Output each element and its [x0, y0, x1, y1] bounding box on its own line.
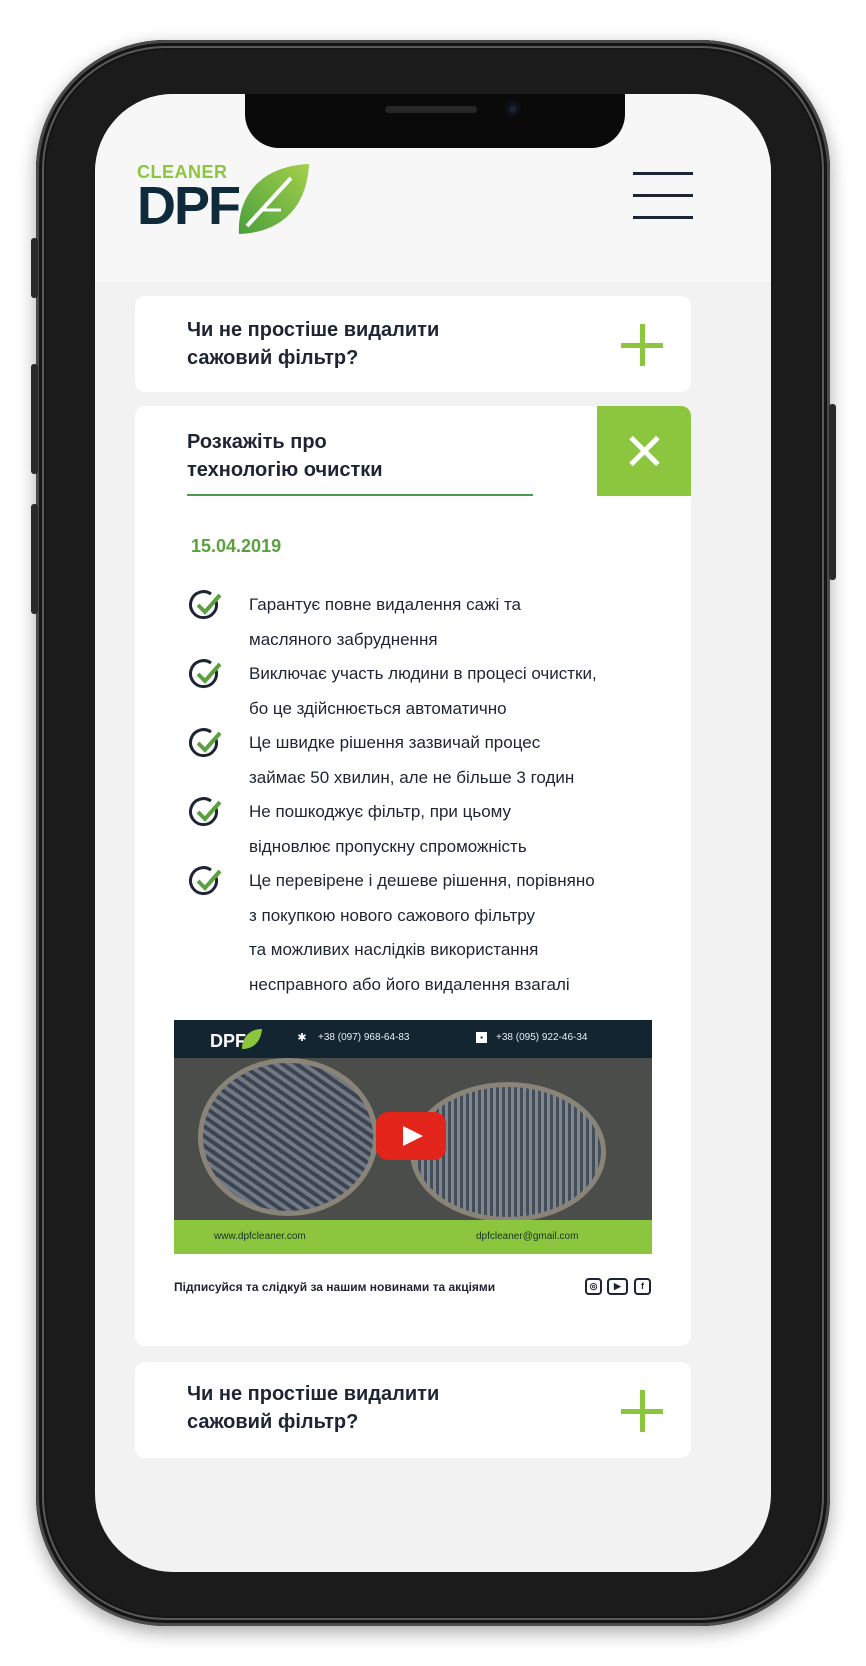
check-circle-icon	[189, 728, 222, 758]
notch	[245, 94, 625, 148]
faq-question: Чи не простіше видалити сажовий фільтр?	[187, 316, 439, 372]
youtube-icon[interactable]: ▶	[607, 1278, 628, 1295]
benefit-line: масляного забруднення	[249, 629, 438, 649]
svg-text:DPF: DPF	[210, 1031, 246, 1051]
phone-icon: ▪	[476, 1032, 487, 1043]
power-button	[829, 404, 836, 580]
phone-star-icon: ✱	[297, 1032, 307, 1044]
logo-big-text: DPF	[137, 176, 241, 236]
question-line-1: Розкажіть про	[187, 431, 327, 453]
facebook-icon[interactable]: f	[634, 1278, 651, 1295]
check-circle-icon	[189, 866, 222, 896]
benefit-line: несправного або його видалення взагалі	[249, 974, 570, 994]
video-phone-2: +38 (095) 922-46-34	[496, 1032, 588, 1043]
benefit-line: Це перевірене і дешеве рішення, порівнян…	[249, 871, 595, 890]
question-line-1: Чи не простіше видалити	[187, 319, 440, 341]
benefit-line: Не пошкоджує фільтр, при цьому	[249, 802, 512, 821]
screen: CLEANER DPF Чи не простіше видалити сажо…	[95, 94, 771, 1572]
question-line-1: Чи не простіше видалити	[187, 1383, 440, 1405]
expand-plus-icon[interactable]	[621, 1390, 663, 1432]
video-email: dpfcleaner@gmail.com	[476, 1231, 579, 1242]
instagram-icon[interactable]: ◎	[585, 1278, 602, 1295]
video-phone-1: +38 (097) 968-64-83	[318, 1032, 410, 1043]
benefit-item: Виключає участь людини в процесі очистки…	[249, 657, 669, 726]
check-circle-icon	[189, 797, 222, 827]
benefit-line: Це швидке рішення зазвичай процес	[249, 733, 541, 752]
filter-image-left	[198, 1058, 378, 1216]
benefit-line: бо це здійснюється автоматично	[249, 698, 507, 718]
menu-line-icon	[633, 172, 693, 175]
volume-up-button	[31, 364, 38, 474]
video-logo: DPF	[210, 1029, 262, 1051]
post-date: 15.04.2019	[191, 536, 282, 556]
benefit-item: Це швидке рішення зазвичай процес займає…	[249, 726, 669, 795]
video-website: www.dpfcleaner.com	[214, 1231, 306, 1242]
subscribe-text: Підписуйся та слідкуй за нашим новинами …	[174, 1280, 496, 1294]
benefit-item: Це перевірене і дешеве рішення, порівнян…	[249, 864, 669, 1002]
question-underline	[187, 494, 533, 496]
menu-line-icon	[633, 194, 693, 197]
benefit-line: Виключає участь людини в процесі очистки…	[249, 664, 597, 683]
logo[interactable]: CLEANER DPF	[137, 162, 309, 236]
check-circle-icon	[189, 659, 222, 689]
faq-item-1[interactable]: Чи не простіше видалити сажовий фільтр?	[135, 296, 691, 392]
benefit-item: Гарантує повне видалення сажі та масляно…	[249, 588, 669, 657]
menu-line-icon	[633, 216, 693, 219]
faq-question[interactable]: Розкажіть про технологію очистки	[187, 428, 383, 484]
faq-item-2-expanded: Розкажіть про технологію очистки 15.04.2…	[135, 406, 691, 1346]
faq-question: Чи не простіше видалити сажовий фільтр?	[187, 1380, 439, 1436]
benefit-item: Не пошкоджує фільтр, при цьому відновлює…	[249, 795, 669, 864]
question-line-2: сажовий фільтр?	[187, 1411, 359, 1433]
mute-switch	[31, 238, 38, 298]
video-banner-top: DPF ✱ +38 (097) 968-64-83 ▪ +38 (095) 92…	[174, 1020, 652, 1058]
speaker-icon	[385, 106, 477, 113]
hamburger-menu-button[interactable]	[633, 172, 693, 224]
leaf-icon	[238, 164, 309, 234]
check-circle-icon	[189, 590, 222, 620]
expand-plus-icon[interactable]	[621, 324, 663, 366]
benefit-line: з покупкою нового сажового фільтру	[249, 905, 536, 925]
question-line-2: сажовий фільтр?	[187, 347, 359, 369]
volume-down-button	[31, 504, 38, 614]
benefit-line: відновлює пропускну спроможність	[249, 836, 527, 856]
question-line-2: технологію очистки	[187, 459, 383, 481]
camera-icon	[505, 101, 521, 117]
benefit-line: займає 50 хвилин, але не більше 3 годин	[249, 767, 575, 787]
youtube-play-icon[interactable]	[376, 1112, 446, 1160]
benefit-line: Гарантує повне видалення сажі та	[249, 595, 521, 614]
collapse-close-button[interactable]	[597, 406, 691, 496]
faq-item-3[interactable]: Чи не простіше видалити сажовий фільтр?	[135, 1362, 691, 1458]
video-player[interactable]: DPF ✱ +38 (097) 968-64-83 ▪ +38 (095) 92…	[174, 1020, 652, 1254]
video-banner-bottom: www.dpfcleaner.com dpfcleaner@gmail.com	[174, 1220, 652, 1254]
benefit-line: та можливих наслідків використання	[249, 940, 539, 959]
